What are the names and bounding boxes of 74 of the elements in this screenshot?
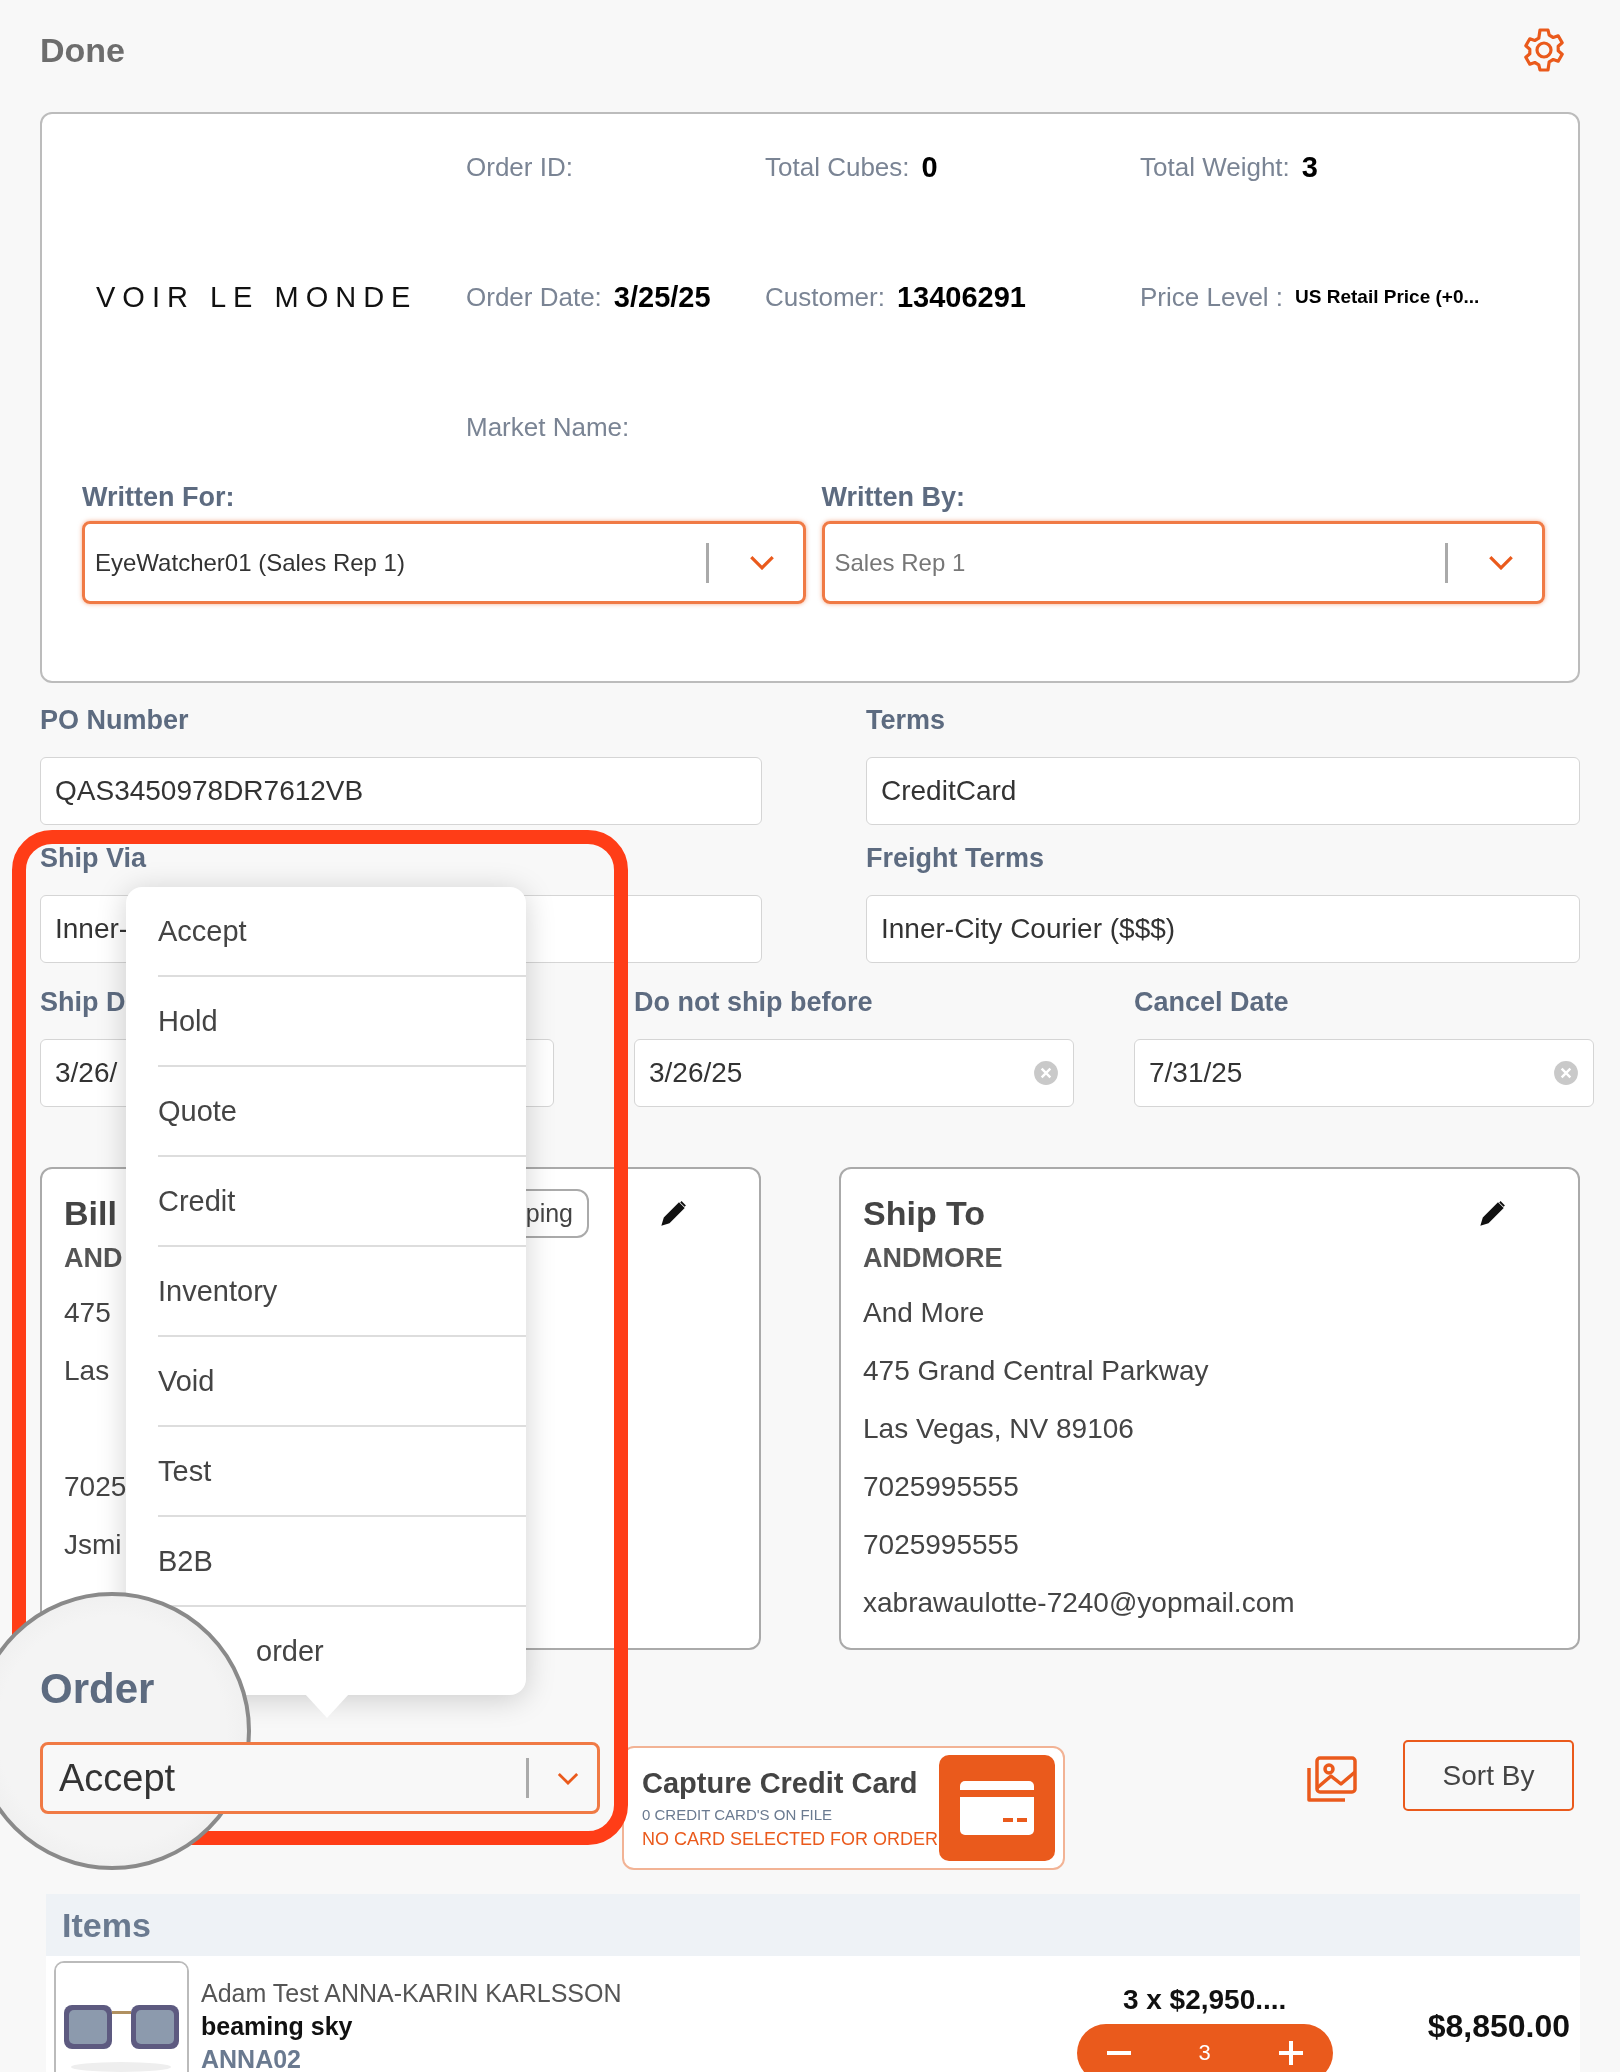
field-value: 0 xyxy=(921,150,938,184)
chevron-down-icon xyxy=(748,555,775,570)
address-line: 7025 xyxy=(64,1470,127,1504)
item-row[interactable]: Adam Test ANNA-KARIN KARLSSON beaming sky ANNA02 3 x $2,950.... 3 $8,850.00 xyxy=(46,1956,1580,2072)
menu-item[interactable]: order xyxy=(256,1634,324,1668)
item-name: beaming sky xyxy=(201,2011,354,2041)
do-not-ship-before-label: Do not ship before xyxy=(634,986,874,1019)
field-label: Order ID: xyxy=(466,151,573,183)
address-line: Jsmi xyxy=(64,1528,122,1562)
menu-item[interactable]: B2B xyxy=(158,1544,213,1578)
address-line: Las xyxy=(64,1354,110,1388)
brand-logo: VOIR LE MONDE xyxy=(95,280,419,314)
menu-item[interactable]: Test xyxy=(158,1454,212,1488)
written-for-label: Written For: xyxy=(82,482,236,513)
address-line: 475 xyxy=(64,1296,111,1330)
item-brand: Adam Test ANNA-KARIN KARLSSON xyxy=(201,1978,623,2008)
ship-via-label: Ship Via xyxy=(40,842,148,875)
line-total: $8,850.00 xyxy=(1427,2007,1570,2045)
field-value: 3 xyxy=(1301,150,1318,184)
chevron-down-icon xyxy=(557,1771,579,1785)
written-for-select[interactable]: EyeWatcher01 (Sales Rep 1) xyxy=(82,521,806,604)
field-label: Order Date: xyxy=(466,281,602,313)
card-title: Bill xyxy=(64,1193,117,1233)
sort-by-button[interactable]: Sort By xyxy=(1403,1740,1574,1811)
menu-item[interactable]: Void xyxy=(158,1364,215,1398)
written-by-label: Written By: xyxy=(821,482,966,513)
capture-credit-card-panel[interactable]: Capture Credit Card 0 CREDIT CARD'S ON FILE NO CARD SELECTED FOR ORDER xyxy=(622,1746,1065,1870)
menu-item[interactable]: Quote xyxy=(158,1094,237,1128)
menu-item[interactable]: Accept xyxy=(158,914,247,948)
written-by-select[interactable]: Sales Rep 1 xyxy=(821,521,1545,604)
done-button[interactable]: Done xyxy=(40,30,125,70)
items-title: Items xyxy=(62,1905,151,1945)
unit-price: 3 x $2,950.... xyxy=(1122,1984,1287,2016)
plus-icon[interactable] xyxy=(1276,2039,1305,2067)
address-line: 475 Grand Central Parkway xyxy=(863,1354,1209,1388)
address-line: xabrawaulotte-7240@yopmail.com xyxy=(863,1586,1295,1620)
address-line: And More xyxy=(863,1296,985,1330)
address-line: 7025995555 xyxy=(863,1528,1019,1562)
field-value: 13406291 xyxy=(896,280,1026,314)
capture-card-title: Capture Credit Card xyxy=(642,1766,919,1800)
item-sku: ANNA02 xyxy=(201,2044,303,2072)
menu-item[interactable]: Inventory xyxy=(158,1274,278,1308)
card-status-text: NO CARD SELECTED FOR ORDER xyxy=(642,1828,939,1850)
card-title: Ship To xyxy=(863,1193,986,1233)
menu-item[interactable]: Hold xyxy=(158,1004,218,1038)
field-value: 3/25/25 xyxy=(613,280,711,314)
address-line: Las Vegas, NV 89106 xyxy=(863,1412,1134,1446)
chevron-down-icon xyxy=(1488,555,1514,570)
field-label: Customer: xyxy=(765,281,885,313)
freight-terms-label: Freight Terms xyxy=(866,842,1046,875)
pencil-icon[interactable] xyxy=(659,1198,689,1228)
field-value: US Retail Price (+0... xyxy=(1295,286,1480,308)
quantity-stepper[interactable]: 3 xyxy=(1076,2024,1333,2072)
field-label: Price Level : xyxy=(1140,281,1284,313)
menu-item[interactable]: Credit xyxy=(158,1184,236,1218)
customer-name: ANDMORE xyxy=(863,1243,1004,1274)
terms-label: Terms xyxy=(866,704,947,737)
address-line: 7025995555 xyxy=(863,1470,1019,1504)
do-not-ship-before-field[interactable]: 3/26/25 xyxy=(634,1039,1074,1107)
field-label: Market Name: xyxy=(466,411,630,443)
po-number-label: PO Number xyxy=(40,704,190,737)
cancel-date-field[interactable]: 7/31/25 xyxy=(1134,1039,1594,1107)
pencil-icon[interactable] xyxy=(1478,1198,1508,1228)
order-status-select[interactable]: Accept xyxy=(40,1742,600,1814)
freight-terms-field[interactable]: Inner-City Courier ($$$) xyxy=(866,895,1580,963)
customer-name: AND xyxy=(64,1243,124,1274)
order-label: Order xyxy=(40,1664,155,1714)
cards-on-file-text: 0 CREDIT CARD'S ON FILE xyxy=(642,1805,834,1823)
field-label: Total Cubes: xyxy=(765,151,910,183)
credit-card-icon[interactable] xyxy=(939,1755,1055,1861)
cancel-date-label: Cancel Date xyxy=(1134,986,1290,1019)
field-label: Total Weight: xyxy=(1140,151,1290,183)
terms-field[interactable]: CreditCard xyxy=(866,757,1580,825)
po-number-field[interactable]: QAS3450978DR7612VB xyxy=(40,757,762,825)
